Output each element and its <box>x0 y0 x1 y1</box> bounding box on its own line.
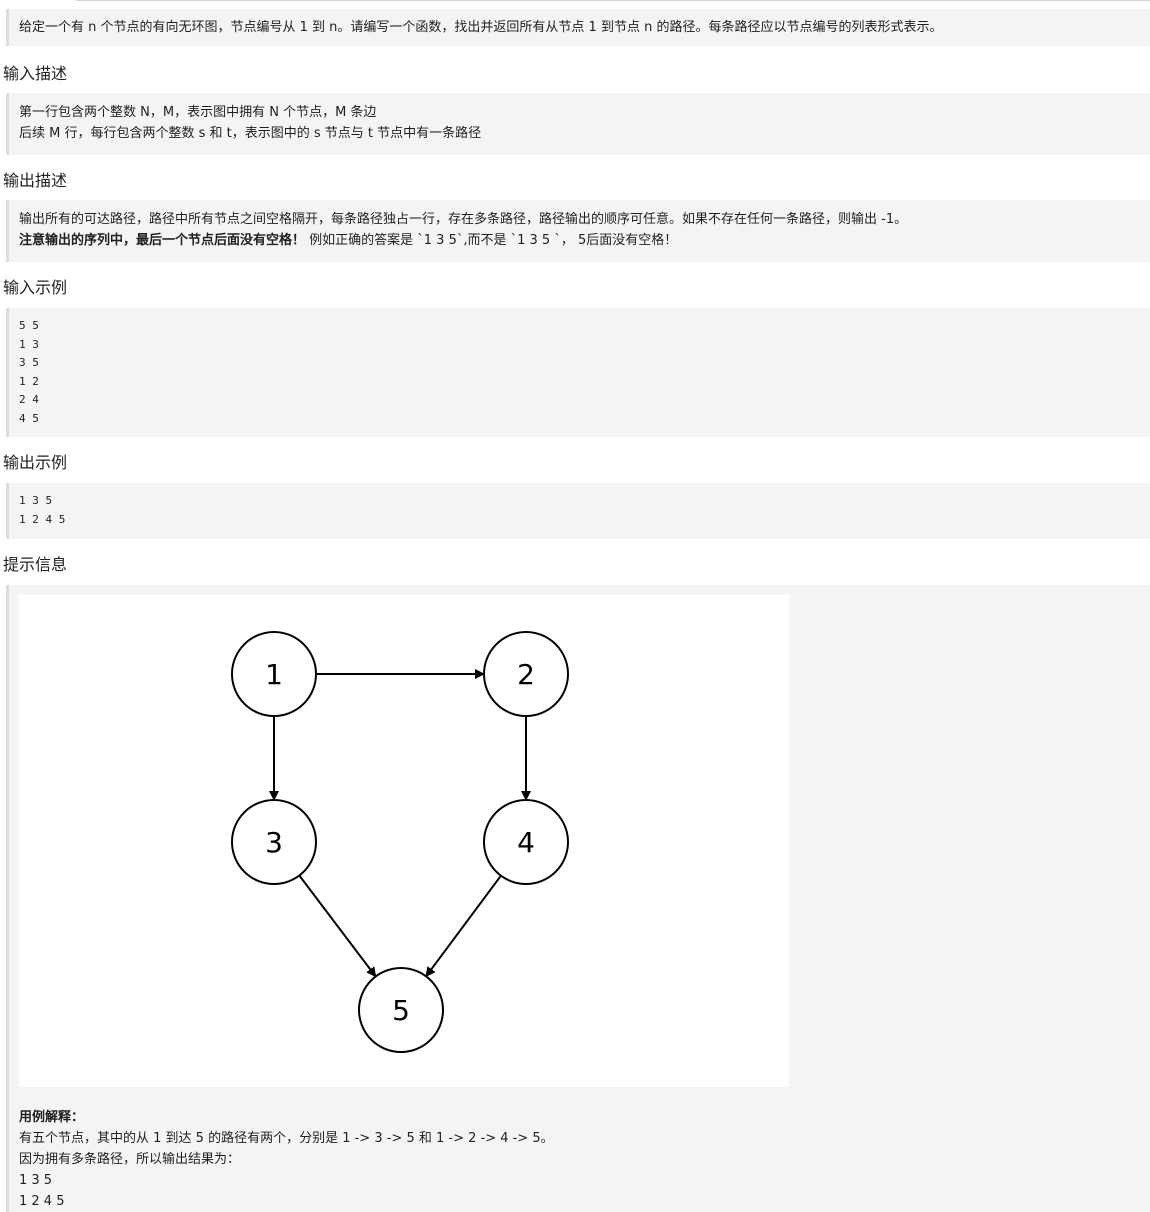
explanation-title: 用例解释： <box>19 1110 85 1125</box>
sample-output-block: 1 3 5 1 2 4 5 <box>6 483 1150 539</box>
hint-block: 1 2 3 4 5 用例解释： 有五个节点，其中的从 1 到达 5 的路径有两个，分别是… <box>6 585 1150 1212</box>
explanation-line-1: 有五个节点，其中的从 1 到达 5 的路径有两个，分别是 1 -> 3 -> 5… <box>19 1131 554 1146</box>
explanation-line-4: 1 2 4 5 <box>19 1194 65 1209</box>
sample-input-line: 1 3 <box>19 337 39 351</box>
graph-node-label-5: 5 <box>392 994 410 1027</box>
output-description-block: 输出所有的可达路径，路径中所有节点之间空格隔开，每条路径独占一行，存在多条路径，… <box>6 200 1150 262</box>
sample-output-line: 1 3 5 <box>19 494 53 507</box>
output-line-1: 输出所有的可达路径，路径中所有节点之间空格隔开，每条路径独占一行，存在多条路径，… <box>19 212 908 227</box>
explanation-line-2: 因为拥有多条路径，所以输出结果为： <box>19 1152 241 1167</box>
graph-node-label-2: 2 <box>517 658 535 691</box>
explanation-line-3: 1 3 5 <box>19 1173 53 1188</box>
sample-input-line: 1 2 <box>19 374 39 388</box>
sample-input-line: 4 5 <box>19 411 39 425</box>
input-description-block: 第一行包含两个整数 N，M，表示图中拥有 N 个节点，M 条边 后续 M 行，每… <box>6 93 1150 155</box>
sample-input-line: 3 5 <box>19 356 39 369</box>
graph-node-label-3: 3 <box>265 826 283 859</box>
problem-description: 给定一个有 n 个节点的有向无环图，节点编号从 1 到 n。请编写一个函数，找出… <box>19 20 943 35</box>
output-note-bold: 注意输出的序列中，最后一个节点后面没有空格！ <box>19 233 306 248</box>
top-divider <box>76 0 1150 1</box>
output-heading: 输出描述 <box>3 171 68 190</box>
edge-4-5 <box>425 875 502 978</box>
sample-output-line: 1 2 4 5 <box>19 512 66 526</box>
input-heading: 输入描述 <box>3 64 68 83</box>
sample-input-block: 5 5 1 3 3 5 1 2 2 4 4 5 <box>6 308 1150 437</box>
sample-input-code: 5 5 1 3 3 5 1 2 2 4 4 5 <box>19 317 39 428</box>
graph-node-label-4: 4 <box>517 826 535 859</box>
graph-figure: 1 2 3 4 5 <box>19 595 789 1087</box>
graph-node-label-1: 1 <box>265 658 283 691</box>
input-line-1: 第一行包含两个整数 N，M，表示图中拥有 N 个节点，M 条边 <box>19 105 377 120</box>
hint-heading: 提示信息 <box>3 555 68 574</box>
output-note-rest: 例如正确的答案是 `1 3 5`,而不是 `1 3 5 `， 5后面没有空格！ <box>305 233 678 248</box>
sample-output-code: 1 3 5 1 2 4 5 <box>19 492 65 529</box>
edge-3-5 <box>298 874 377 978</box>
sample-input-heading: 输入示例 <box>3 278 68 297</box>
output-note: 注意输出的序列中，最后一个节点后面没有空格！ 例如正确的答案是 `1 3 5`,… <box>19 230 677 251</box>
problem-description-block: 给定一个有 n 个节点的有向无环图，节点编号从 1 到 n。请编写一个函数，找出… <box>6 9 1150 46</box>
input-line-2: 后续 M 行，每行包含两个整数 s 和 t，表示图中的 s 节点与 t 节点中有… <box>19 126 482 141</box>
graph-diagram: 1 2 3 4 5 <box>231 631 569 1053</box>
sample-input-line: 2 4 <box>19 393 39 406</box>
sample-input-line: 5 5 <box>19 319 39 332</box>
sample-output-heading: 输出示例 <box>3 453 68 472</box>
